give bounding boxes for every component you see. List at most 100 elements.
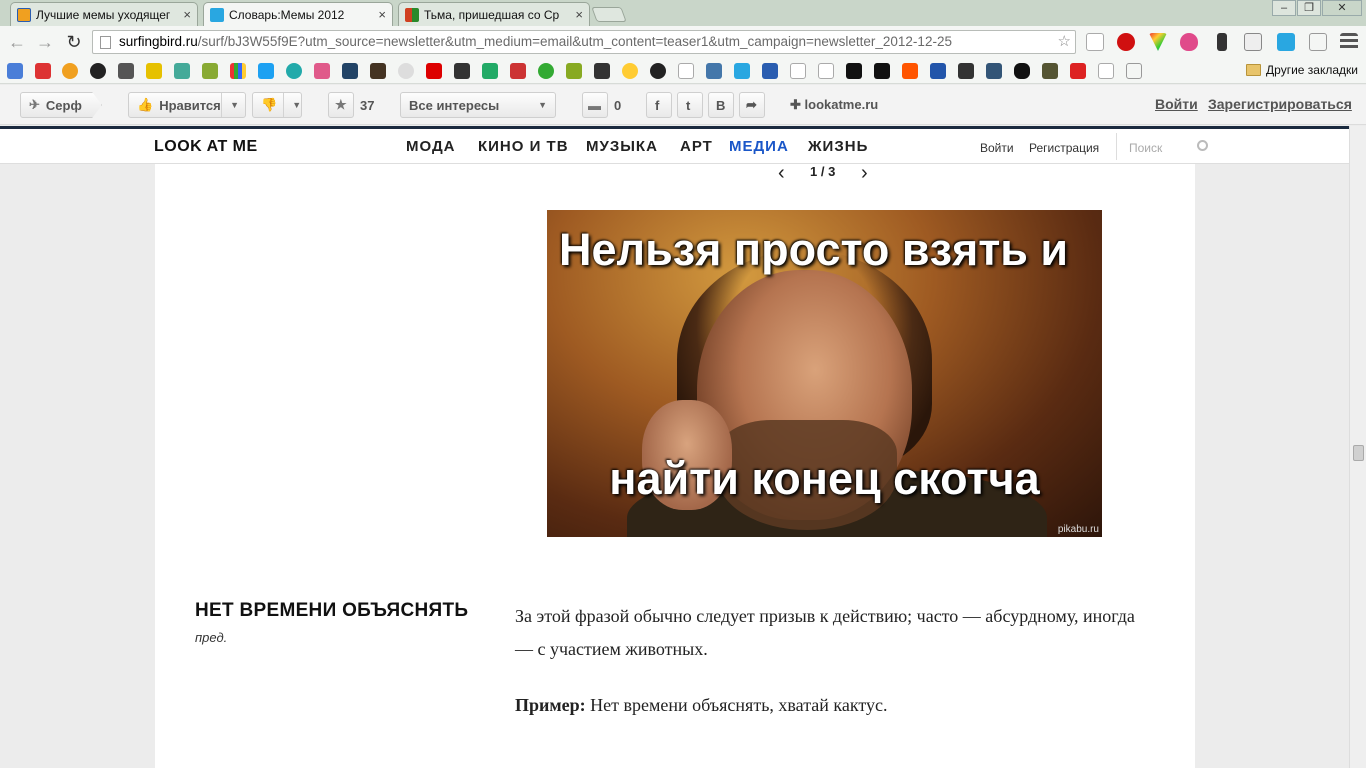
site-search-input[interactable]: Поиск <box>1116 133 1208 160</box>
site-logo[interactable]: LOOK AT ME <box>154 138 258 156</box>
bookmark-star-icon[interactable]: ☆ <box>1058 31 1071 53</box>
bookmark-play-icon[interactable] <box>706 63 722 79</box>
extension-heart-icon[interactable] <box>1180 33 1198 51</box>
sb-register-link[interactable]: Зарегистрироваться <box>1208 96 1352 112</box>
bookmark-swirl-icon[interactable] <box>650 63 666 79</box>
tab-close-icon[interactable]: × <box>378 7 386 22</box>
bookmark-heart-icon[interactable] <box>314 63 330 79</box>
bookmark-clover-icon[interactable] <box>538 63 554 79</box>
bookmark-a-icon[interactable] <box>986 63 1002 79</box>
site-login-link[interactable]: Войти <box>980 141 1014 155</box>
bookmark-page4-icon[interactable] <box>1098 63 1114 79</box>
plus-icon: ✚ <box>790 97 805 112</box>
bookmark-circle-icon[interactable] <box>90 63 106 79</box>
bookmark-page2-icon[interactable] <box>790 63 806 79</box>
twitter-share-button[interactable]: t <box>677 92 703 118</box>
like-label: Нравится <box>159 97 221 113</box>
bookmark-star-red-icon[interactable] <box>1070 63 1086 79</box>
bookmark-smiley-icon[interactable] <box>622 63 638 79</box>
vk-share-button[interactable]: B <box>708 92 734 118</box>
extension-triangle-icon[interactable] <box>1149 33 1167 51</box>
bookmark-twitter-icon[interactable] <box>258 63 274 79</box>
bookmark-page-icon[interactable] <box>678 63 694 79</box>
forward-arrow-icon[interactable]: → <box>34 31 56 53</box>
interests-select[interactable]: Все интересы ▼ <box>400 92 556 118</box>
share-button[interactable]: ➦ <box>739 92 765 118</box>
nav-music[interactable]: МУЗЫКА <box>586 138 658 155</box>
surf-button[interactable]: ✈ Серф <box>20 92 102 118</box>
site-register-link[interactable]: Регистрация <box>1029 141 1099 155</box>
dislike-button[interactable]: 👎 ▼ <box>252 92 302 118</box>
favorite-button[interactable]: ★ <box>328 92 354 118</box>
bookmark-bookmark-icon[interactable] <box>174 63 190 79</box>
extension-surfingbird-icon[interactable] <box>1277 33 1295 51</box>
bookmark-mail-icon[interactable] <box>62 63 78 79</box>
search-icon[interactable] <box>1197 140 1208 151</box>
reload-icon[interactable]: ↻ <box>63 31 85 53</box>
like-button[interactable]: 👍 Нравится ▼ <box>128 92 246 118</box>
bookmark-ts-icon[interactable] <box>846 63 862 79</box>
other-bookmarks[interactable]: Другие закладки <box>1246 63 1358 77</box>
bookmark-youtube-icon[interactable] <box>426 63 442 79</box>
nav-art[interactable]: АРТ <box>680 138 713 155</box>
bookmark-surfingbird-icon[interactable] <box>734 63 750 79</box>
bookmark-m-icon[interactable] <box>202 63 218 79</box>
bookmark-green-icon[interactable] <box>566 63 582 79</box>
bookmark-owl-icon[interactable] <box>1014 63 1030 79</box>
extension-adblock-icon[interactable] <box>1117 33 1135 51</box>
bookmark-b-icon[interactable] <box>762 63 778 79</box>
bookmark-sound-icon[interactable] <box>118 63 134 79</box>
comments-button[interactable]: ▬ <box>582 92 608 118</box>
prev-arrow-icon[interactable]: ‹ <box>778 162 785 185</box>
minimize-button[interactable]: – <box>1272 0 1296 16</box>
back-arrow-icon[interactable]: ← <box>6 31 28 53</box>
folder-icon <box>1246 64 1262 76</box>
extension-pen-icon[interactable] <box>1217 33 1227 51</box>
bookmark-grid-icon[interactable] <box>230 63 246 79</box>
extension-page-icon[interactable] <box>1086 33 1104 51</box>
bookmark-orange-icon[interactable] <box>902 63 918 79</box>
bookmark-stm-icon[interactable] <box>594 63 610 79</box>
bookmark-ts2-icon[interactable] <box>874 63 890 79</box>
address-bar[interactable]: surfingbird.ru/surf/bJ3W55f9E?utm_source… <box>92 30 1076 54</box>
bookmark-i-icon[interactable] <box>510 63 526 79</box>
tab-close-icon[interactable]: × <box>183 7 191 22</box>
facebook-share-button[interactable]: f <box>646 92 672 118</box>
chevron-down-icon[interactable]: ▼ <box>221 93 245 117</box>
tab-memes-dictionary[interactable]: Словарь:Мемы 2012 × <box>203 2 393 26</box>
bookmark-pen-icon[interactable] <box>958 63 974 79</box>
nav-cinema-tv[interactable]: КИНО И ТВ <box>478 138 569 155</box>
chevron-down-icon[interactable]: ▼ <box>283 93 307 117</box>
chrome-menu-icon[interactable] <box>1340 33 1358 51</box>
bookmark-square-icon[interactable] <box>1042 63 1058 79</box>
bookmarks-bar: Другие закладки <box>0 58 1366 84</box>
close-window-button[interactable]: ✕ <box>1322 0 1362 16</box>
extension-k-icon[interactable] <box>1244 33 1262 51</box>
sb-login-link[interactable]: Войти <box>1155 96 1198 112</box>
bookmark-page3-icon[interactable] <box>818 63 834 79</box>
bookmark-ask-icon[interactable] <box>454 63 470 79</box>
bookmark-dark-icon[interactable] <box>342 63 358 79</box>
new-tab-button[interactable] <box>591 7 627 22</box>
scrollbar-thumb[interactable] <box>1353 445 1364 461</box>
bookmark-c-icon[interactable] <box>482 63 498 79</box>
bookmark-u-icon[interactable] <box>398 63 414 79</box>
tab-darkness[interactable]: Тьма, пришедшая со Ср × <box>398 2 590 26</box>
next-arrow-icon[interactable]: › <box>861 162 868 185</box>
source-link[interactable]: ✚ lookatme.ru <box>790 97 878 113</box>
bookmark-eye-icon[interactable] <box>286 63 302 79</box>
bookmark-photo-icon[interactable] <box>370 63 386 79</box>
tab-close-icon[interactable]: × <box>575 7 583 22</box>
bookmark-blue-grid-icon[interactable] <box>930 63 946 79</box>
bookmark-gmail-icon[interactable] <box>35 63 51 79</box>
bookmark-music-icon[interactable] <box>1126 63 1142 79</box>
nav-media[interactable]: МЕДИА <box>729 138 789 155</box>
nav-life[interactable]: ЖИЗНЬ <box>808 138 868 155</box>
bookmark-star-icon[interactable] <box>146 63 162 79</box>
page-scrollbar[interactable] <box>1349 126 1366 768</box>
restore-button[interactable]: ❐ <box>1297 0 1321 16</box>
bookmark-google-icon[interactable] <box>7 63 23 79</box>
extension-upload-icon[interactable] <box>1309 33 1327 51</box>
nav-fashion[interactable]: МОДА <box>406 138 455 155</box>
tab-best-memes[interactable]: Лучшие мемы уходящег × <box>10 2 198 26</box>
